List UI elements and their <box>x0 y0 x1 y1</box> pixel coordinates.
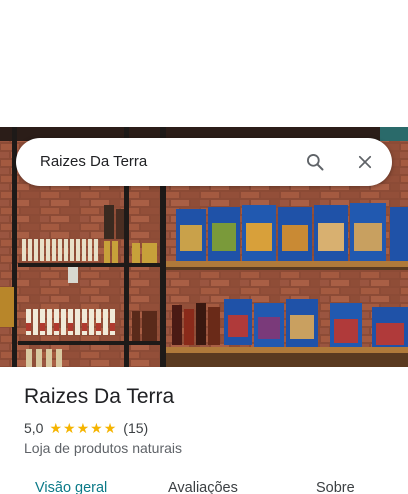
tab-reviews[interactable]: Avaliações <box>168 480 238 494</box>
rating-row[interactable]: 5,0 ★ ★ ★ ★ ★ (15) <box>24 418 148 438</box>
rating-value: 5,0 <box>24 420 44 436</box>
star-icon: ★ <box>76 420 90 436</box>
star-icon: ★ <box>90 420 103 436</box>
review-count[interactable]: (15) <box>123 420 148 436</box>
search-icon[interactable] <box>303 150 327 174</box>
tab-about[interactable]: Sobre <box>316 480 355 494</box>
star-icon: ★ <box>49 420 63 436</box>
rating-stars: ★ ★ ★ ★ ★ <box>49 421 117 435</box>
place-tabs: Visão geral Avaliações Sobre <box>0 472 408 494</box>
place-title: Raizes Da Terra <box>24 385 175 408</box>
star-icon: ★ <box>63 420 76 436</box>
tab-overview[interactable]: Visão geral <box>35 480 107 494</box>
close-icon[interactable] <box>353 150 377 174</box>
star-icon: ★ <box>103 420 117 436</box>
search-input[interactable]: Raizes Da Terra <box>40 153 147 170</box>
place-category[interactable]: Loja de produtos naturais <box>24 440 182 456</box>
search-bar[interactable]: Raizes Da Terra <box>16 138 392 186</box>
